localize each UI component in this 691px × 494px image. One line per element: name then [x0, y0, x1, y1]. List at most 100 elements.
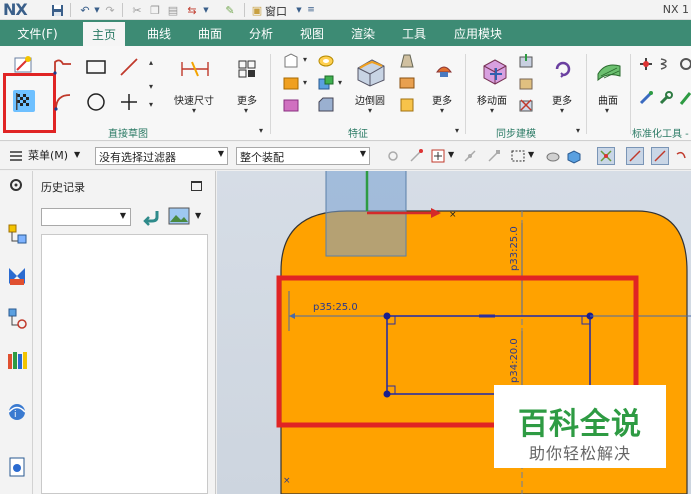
shaded-icon[interactable] [566, 148, 582, 164]
profile-icon[interactable] [52, 56, 74, 78]
pattern-icon[interactable] [282, 96, 300, 114]
save-icon[interactable] [50, 3, 64, 17]
render-style-icon[interactable] [545, 148, 561, 164]
edge-blend-label[interactable]: 边倒圆 [355, 92, 385, 107]
reuse-library-icon[interactable] [6, 349, 28, 371]
copy-icon[interactable]: ❐ [148, 3, 162, 17]
tab-curve[interactable]: 曲线 [147, 20, 171, 46]
snap-point-icon[interactable] [385, 148, 401, 164]
draft-icon[interactable] [398, 52, 416, 70]
tab-view[interactable]: 视图 [300, 20, 324, 46]
window-menu[interactable]: 窗口 [265, 3, 287, 19]
repeat-command-icon[interactable]: ✎ [223, 3, 237, 17]
move-face-icon[interactable] [478, 54, 512, 88]
edge-blend-dropdown-icon[interactable]: ▾ [368, 106, 372, 115]
pipe-icon[interactable] [678, 90, 691, 106]
tab-analysis[interactable]: 分析 [249, 20, 273, 46]
customize-quick-access-icon[interactable]: ≡ [304, 3, 318, 17]
thread-icon[interactable] [398, 96, 416, 114]
tab-file[interactable]: 文件(F) [0, 20, 75, 46]
history-icon[interactable] [6, 456, 28, 478]
shell-icon[interactable] [317, 74, 335, 92]
quick-dimension-label[interactable]: 快速尺寸 [174, 92, 214, 107]
trim-body-icon[interactable] [398, 74, 416, 92]
redo-icon[interactable]: ↷ [103, 3, 117, 17]
line-icon[interactable] [118, 56, 140, 78]
quick-dimension-dropdown-icon[interactable]: ▾ [192, 106, 196, 115]
surface-label[interactable]: 曲面 [598, 92, 618, 107]
history-list[interactable] [41, 234, 208, 494]
extrude-icon[interactable] [282, 52, 300, 70]
delete-face-icon[interactable] [517, 96, 535, 114]
expand-gallery-icon[interactable]: ▾ [149, 100, 153, 109]
tab-tools[interactable]: 工具 [402, 20, 426, 46]
menu-icon[interactable] [8, 148, 24, 164]
feature-more-dropdown-icon[interactable]: ▾ [440, 106, 444, 115]
constraint-navigator-icon[interactable] [6, 265, 28, 287]
point-icon[interactable] [118, 91, 140, 113]
extrude-dropdown-icon[interactable]: ▾ [303, 55, 307, 64]
sketch-more-label[interactable]: 更多 [237, 92, 257, 107]
chamfer-icon[interactable] [317, 96, 335, 114]
standard-part-icon[interactable] [638, 56, 654, 72]
weld-icon[interactable] [638, 90, 654, 106]
undo-dropdown-icon[interactable]: ▼ [90, 3, 104, 17]
gear-icon[interactable] [678, 56, 691, 72]
history-filter-select[interactable]: ▼ [41, 208, 131, 226]
maximize-icon[interactable] [191, 181, 202, 191]
surface-icon[interactable] [595, 56, 623, 84]
palette-dropdown-icon[interactable]: ▼ [195, 211, 201, 220]
tab-render[interactable]: 渲染 [351, 20, 375, 46]
settings-icon[interactable] [8, 177, 24, 193]
assembly-navigator-icon[interactable] [6, 223, 28, 245]
sketch-more-icon[interactable] [236, 58, 258, 80]
snap-quadrant-icon[interactable] [486, 148, 502, 164]
palette-image-icon[interactable] [168, 206, 190, 226]
sketch-curve-icon[interactable] [675, 148, 691, 164]
sync-more-icon[interactable] [552, 58, 574, 80]
insert-dropdown-icon[interactable]: ▼ [199, 3, 213, 17]
paste-icon[interactable]: ▤ [166, 3, 180, 17]
select-box-dropdown-icon[interactable]: ▼ [528, 150, 534, 159]
snap-midpoint-icon[interactable] [462, 148, 478, 164]
sketch-line-2-icon[interactable] [651, 147, 669, 165]
move-face-label[interactable]: 移动面 [477, 92, 507, 107]
spring-icon[interactable] [658, 56, 674, 72]
arc-icon[interactable] [52, 91, 74, 113]
sketch-group-options-icon[interactable]: ▾ [259, 126, 263, 135]
scroll-down-icon[interactable]: ▾ [149, 82, 153, 91]
tab-home[interactable]: 主页 [83, 20, 126, 46]
feature-more-icon[interactable] [433, 58, 455, 80]
sketch-line-icon[interactable] [626, 147, 644, 165]
menu-dropdown-icon[interactable]: ▼ [74, 150, 80, 159]
circle-icon[interactable] [85, 91, 107, 113]
surface-dropdown-icon[interactable]: ▾ [605, 106, 609, 115]
feature-more-label[interactable]: 更多 [432, 92, 452, 107]
move-face-dropdown-icon[interactable]: ▾ [490, 106, 494, 115]
quick-dimension-icon[interactable] [180, 58, 210, 80]
cut-icon[interactable]: ✂ [130, 3, 144, 17]
point-type-dropdown-icon[interactable]: ▼ [448, 150, 454, 159]
offset-region-icon[interactable] [517, 74, 535, 92]
unite-icon[interactable] [282, 74, 300, 92]
snap-endpoint-icon[interactable] [408, 148, 424, 164]
sketch-more-dropdown-icon[interactable]: ▾ [244, 106, 248, 115]
insert-icon[interactable]: ⇆ [185, 3, 199, 17]
sync-more-dropdown-icon[interactable]: ▾ [560, 106, 564, 115]
selection-filter-select[interactable]: 没有选择过滤器 ▼ [95, 147, 228, 165]
assembly-scope-select[interactable]: 整个装配 ▼ [236, 147, 370, 165]
show-grid-icon[interactable] [597, 147, 615, 165]
wrench-icon[interactable] [658, 90, 674, 106]
rectangle-icon[interactable] [85, 56, 107, 78]
pull-face-icon[interactable] [517, 52, 535, 70]
select-box-icon[interactable] [510, 148, 526, 164]
shell-dropdown-icon[interactable]: ▾ [338, 78, 342, 87]
feature-group-options-icon[interactable]: ▾ [455, 126, 459, 135]
edge-blend-icon[interactable] [354, 54, 388, 88]
scroll-up-icon[interactable]: ▴ [149, 58, 153, 67]
unite-dropdown-icon[interactable]: ▾ [303, 78, 307, 87]
sync-more-label[interactable]: 更多 [552, 92, 572, 107]
point-type-icon[interactable] [430, 148, 446, 164]
hole-icon[interactable] [317, 52, 335, 70]
menu-button[interactable]: 菜单(M) [28, 147, 68, 163]
